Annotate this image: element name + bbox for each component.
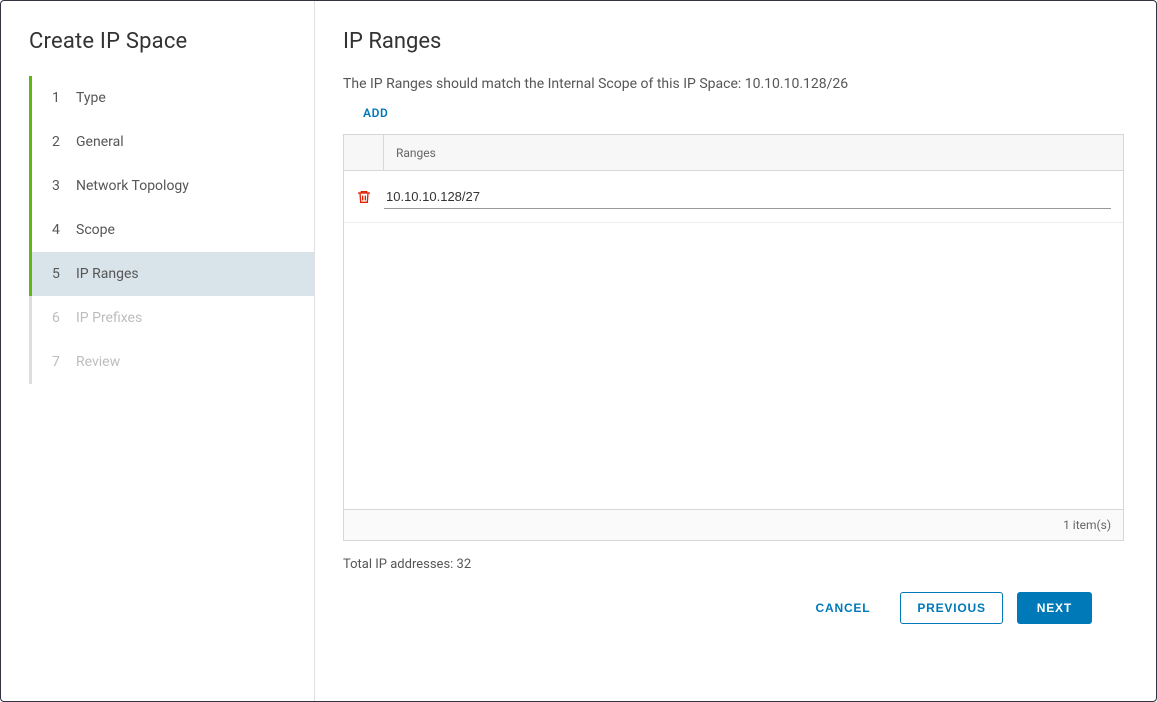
row-actions [344,189,384,205]
table-header: Ranges [344,135,1123,171]
range-input[interactable] [384,185,1111,209]
step-num: 4 [52,222,70,238]
page-description: The IP Ranges should match the Internal … [343,76,1124,92]
step-general[interactable]: 2 General [29,120,314,164]
ranges-table: Ranges [343,134,1124,541]
step-label: Review [76,354,120,370]
modal-body: Create IP Space 1 Type 2 General 3 Netwo… [1,1,1156,701]
step-num: 5 [52,266,70,282]
step-network-topology[interactable]: 3 Network Topology [29,164,314,208]
header-ranges-col: Ranges [384,135,1123,170]
step-num: 6 [52,310,70,326]
main-panel: IP Ranges The IP Ranges should match the… [315,1,1156,701]
table-footer: 1 item(s) [344,509,1123,540]
previous-button[interactable]: PREVIOUS [900,592,1002,624]
step-label: IP Ranges [76,266,139,282]
cancel-button[interactable]: CANCEL [800,592,887,624]
step-label: Scope [76,222,115,238]
step-type[interactable]: 1 Type [29,76,314,120]
row-input-cell [384,185,1123,209]
wizard-footer: CANCEL PREVIOUS NEXT [343,572,1124,644]
step-label: General [76,134,124,150]
step-ip-ranges[interactable]: 5 IP Ranges [29,252,314,296]
step-num: 1 [52,90,70,106]
header-actions-col [344,135,384,170]
wizard-sidebar: Create IP Space 1 Type 2 General 3 Netwo… [1,1,315,701]
step-scope[interactable]: 4 Scope [29,208,314,252]
page-title: IP Ranges [343,29,1124,54]
step-num: 2 [52,134,70,150]
step-num: 3 [52,178,70,194]
next-button[interactable]: NEXT [1017,592,1092,624]
add-range-button[interactable]: ADD [363,106,1124,120]
table-row [344,171,1123,223]
wizard-steps: 1 Type 2 General 3 Network Topology 4 Sc… [29,76,314,384]
step-num: 7 [52,354,70,370]
step-label: Type [76,90,106,106]
step-ip-prefixes: 6 IP Prefixes [29,296,314,340]
step-label: IP Prefixes [76,310,142,326]
sidebar-title: Create IP Space [1,29,314,76]
total-ip-addresses: Total IP addresses: 32 [343,557,1124,572]
step-review: 7 Review [29,340,314,384]
table-body [344,171,1123,509]
create-ip-space-modal: Create IP Space 1 Type 2 General 3 Netwo… [0,0,1157,702]
trash-icon[interactable] [356,189,372,205]
step-label: Network Topology [76,178,189,194]
